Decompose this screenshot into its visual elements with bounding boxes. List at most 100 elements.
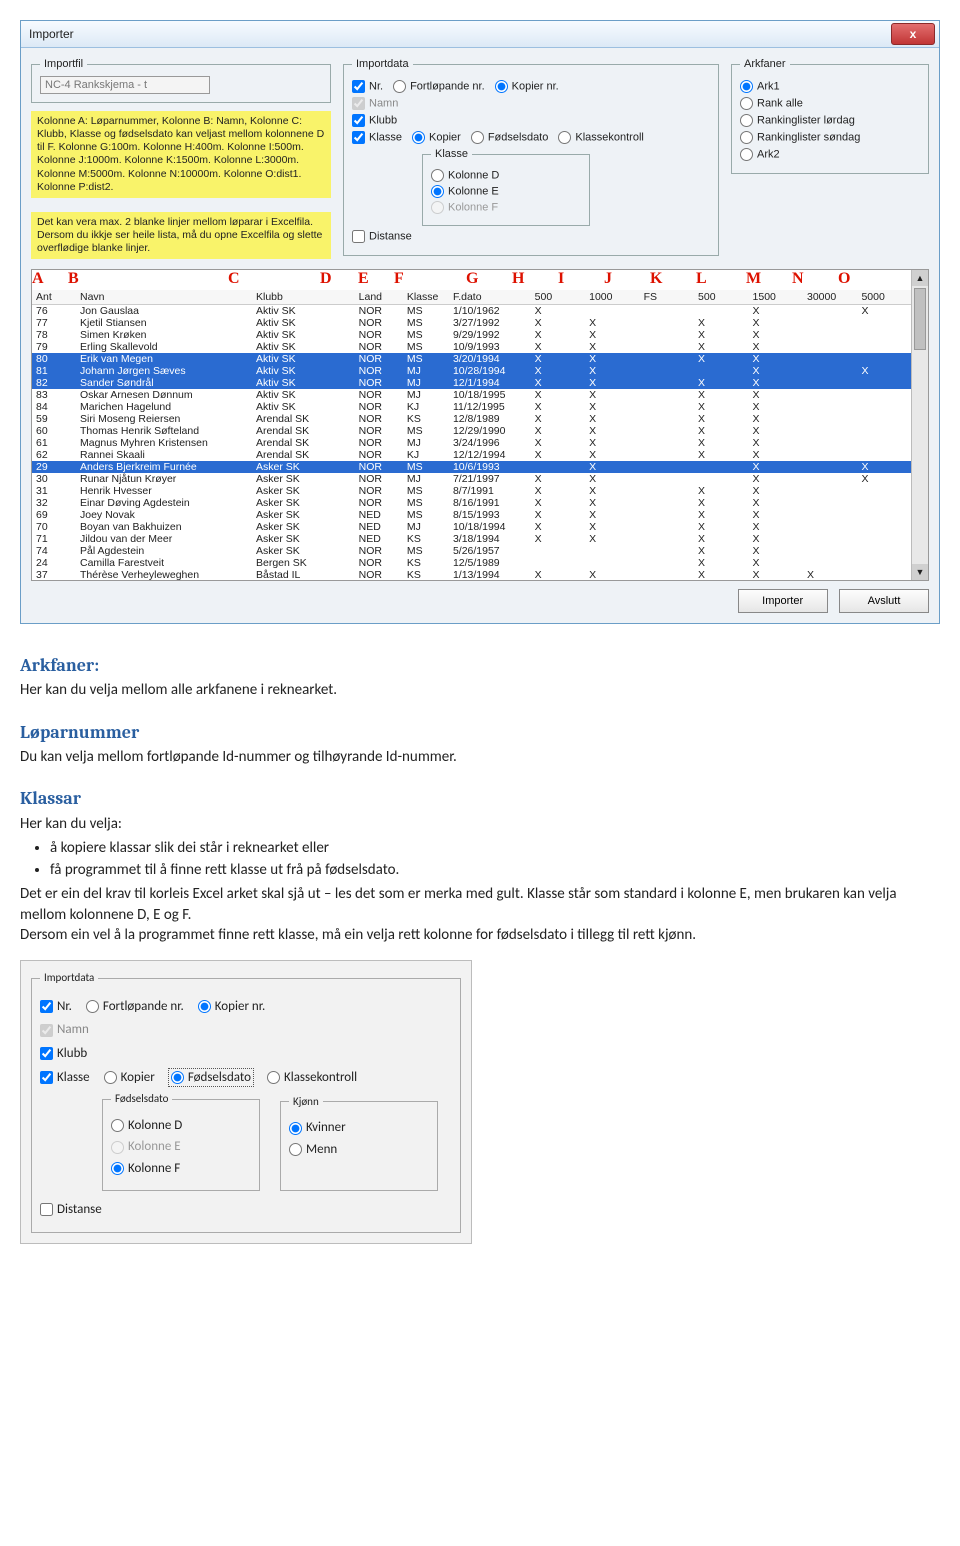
table-cell: Aktiv SK [252,341,355,353]
grid-header-cell[interactable]: Land [355,290,403,305]
table-row[interactable]: 82Sander SøndrålAktiv SKNORMJ12/1/1994XX… [32,377,912,389]
table-cell [640,389,694,401]
table-row[interactable]: 77Kjetil StiansenAktiv SKNORMS3/27/1992X… [32,317,912,329]
kolonne-d-radio[interactable]: Kolonne D [431,169,581,182]
scroll-up-icon[interactable]: ▲ [912,270,928,286]
scroll-down-icon[interactable]: ▼ [912,564,928,580]
table-cell [803,329,857,341]
table-cell: Pål Agdestein [76,545,252,557]
table-cell: X [749,461,803,473]
table-row[interactable]: 69Joey NovakAsker SKNEDMS8/15/1993XXXX [32,509,912,521]
kolonne-e-radio[interactable]: Kolonne E [431,185,581,198]
mini-klasse-checkbox[interactable]: Klasse [40,1069,90,1087]
mini-kjonn-fieldset: Kjønn Kvinner Menn [280,1095,438,1191]
ark-item-0[interactable]: Ark1 [740,80,920,93]
table-row[interactable]: 70Boyan van BakhuizenAsker SKNEDMJ10/18/… [32,521,912,533]
data-grid[interactable]: ABCDEFGHIJKLMNO AntNavnKlubbLandKlasseF.… [31,269,929,581]
table-cell: MS [403,485,449,497]
fodselsdato-label: Fødselsdato [488,131,549,143]
grid-header-cell[interactable]: Klasse [403,290,449,305]
klasse-checkbox[interactable]: Klasse [352,131,402,144]
table-row[interactable]: 29Anders Bjerkreim FurnéeAsker SKNORMS10… [32,461,912,473]
mini-klassek-radio[interactable]: Klassekontroll [267,1069,357,1087]
table-cell: MS [403,329,449,341]
mini-fodsels-radio[interactable]: Fødselsdato [169,1069,253,1087]
close-button[interactable]: x [891,23,935,45]
table-row[interactable]: 24Camilla FarestveitBergen SKNORKS12/5/1… [32,557,912,569]
klubb-checkbox[interactable]: Klubb [352,114,397,127]
table-cell: X [857,305,912,318]
ark-item-2[interactable]: Rankinglister lørdag [740,114,920,127]
grid-header-cell[interactable]: 1500 [749,290,803,305]
table-cell: X [694,425,748,437]
table-row[interactable]: 81Johann Jørgen SævesAktiv SKNORMJ10/28/… [32,365,912,377]
grid-header-cell[interactable]: 30000 [803,290,857,305]
table-row[interactable]: 74Pål AgdesteinAsker SKNORMS5/26/1957XX [32,545,912,557]
table-cell: KS [403,557,449,569]
ark-item-4[interactable]: Ark2 [740,148,920,161]
mini-kold-radio[interactable]: Kolonne D [111,1117,251,1135]
table-row[interactable]: 31Henrik HvesserAsker SKNORMS8/7/1991XXX… [32,485,912,497]
mini-klubb-checkbox[interactable]: Klubb [40,1045,87,1063]
kopiernr-radio[interactable]: Kopier nr. [495,80,559,93]
mini-menn-radio[interactable]: Menn [289,1141,429,1159]
table-cell: Aktiv SK [252,365,355,377]
table-row[interactable]: 61Magnus Myhren KristensenArendal SKNORM… [32,437,912,449]
mini-distanse-checkbox[interactable]: Distanse [40,1201,102,1219]
text-arkfaner: Her kan du velja mellom alle arkfanene i… [20,680,940,700]
table-cell: X [749,329,803,341]
grid-header-cell[interactable]: Klubb [252,290,355,305]
grid-header-cell[interactable]: 500 [531,290,585,305]
table-cell: X [585,425,639,437]
mini-nr-checkbox[interactable]: Nr. [40,998,72,1016]
mini-kvinner-radio[interactable]: Kvinner [289,1119,429,1137]
close-action-button[interactable]: Avslutt [839,589,929,613]
scroll-thumb[interactable] [914,288,926,350]
table-row[interactable]: 62Rannei SkaaliArendal SKNORKJ12/12/1994… [32,449,912,461]
grid-header-cell[interactable]: Navn [76,290,252,305]
table-cell [803,485,857,497]
mini-kolf-radio[interactable]: Kolonne F [111,1160,251,1178]
fodselsdato-radio[interactable]: Fødselsdato [471,131,549,144]
grid-header-cell[interactable]: 500 [694,290,748,305]
vertical-scrollbar[interactable]: ▲ ▼ [911,270,928,580]
table-cell: KS [403,413,449,425]
grid-header-cell[interactable]: F.dato [449,290,531,305]
table-row[interactable]: 80Erik van MegenAktiv SKNORMS3/20/1994XX… [32,353,912,365]
importdata-legend: Importdata [352,58,413,70]
table-cell: 10/9/1993 [449,341,531,353]
table-row[interactable]: 76Jon GauslaaAktiv SKNORMS1/10/1962XXX [32,305,912,318]
nr-checkbox[interactable]: Nr. [352,80,383,93]
import-button[interactable]: Importer [738,589,828,613]
table-cell: 79 [32,341,76,353]
grid-header-cell[interactable]: Ant [32,290,76,305]
red-col-letter: O [838,270,884,290]
table-row[interactable]: 84Marichen HagelundAktiv SKNORKJ11/12/19… [32,401,912,413]
table-cell: X [749,545,803,557]
ark-item-1[interactable]: Rank alle [740,97,920,110]
grid-header-cell[interactable]: 1000 [585,290,639,305]
titlebar: Importer x [21,21,939,48]
table-row[interactable]: 30Runar Njåtun KrøyerAsker SKNORMJ7/21/1… [32,473,912,485]
grid-header-cell[interactable]: FS [640,290,694,305]
table-row[interactable]: 59Siri Moseng ReiersenArendal SKNORKS12/… [32,413,912,425]
table-row[interactable]: 32Einar Døving AgdesteinAsker SKNORMS8/1… [32,497,912,509]
fortlopande-radio[interactable]: Fortløpande nr. [393,80,485,93]
table-row[interactable]: 78Simen KrøkenAktiv SKNORMS9/29/1992XXXX [32,329,912,341]
table-row[interactable]: 83Oskar Arnesen DønnumAktiv SKNORMJ10/18… [32,389,912,401]
mini-kopiernr-radio[interactable]: Kopier nr. [198,998,265,1016]
ark-item-3[interactable]: Rankinglister søndag [740,131,920,144]
table-cell: X [531,413,585,425]
kopier-radio[interactable]: Kopier [412,131,461,144]
table-row[interactable]: 60Thomas Henrik SøftelandArendal SKNORMS… [32,425,912,437]
table-row[interactable]: 37Thérèse VerheyleweghenBåstad ILNORKS1/… [32,569,912,581]
table-row[interactable]: 71Jildou van der MeerAsker SKNEDKS3/18/1… [32,533,912,545]
distanse-checkbox[interactable]: Distanse [352,230,412,243]
table-cell: Arendal SK [252,425,355,437]
table-row[interactable]: 79Erling SkallevoldAktiv SKNORMS10/9/199… [32,341,912,353]
mini-kopier-radio[interactable]: Kopier [104,1069,155,1087]
grid-header-cell[interactable]: 5000 [857,290,912,305]
importfil-input[interactable] [40,76,210,94]
klassekontroll-radio[interactable]: Klassekontroll [558,131,643,144]
mini-fort-radio[interactable]: Fortløpande nr. [86,998,184,1016]
